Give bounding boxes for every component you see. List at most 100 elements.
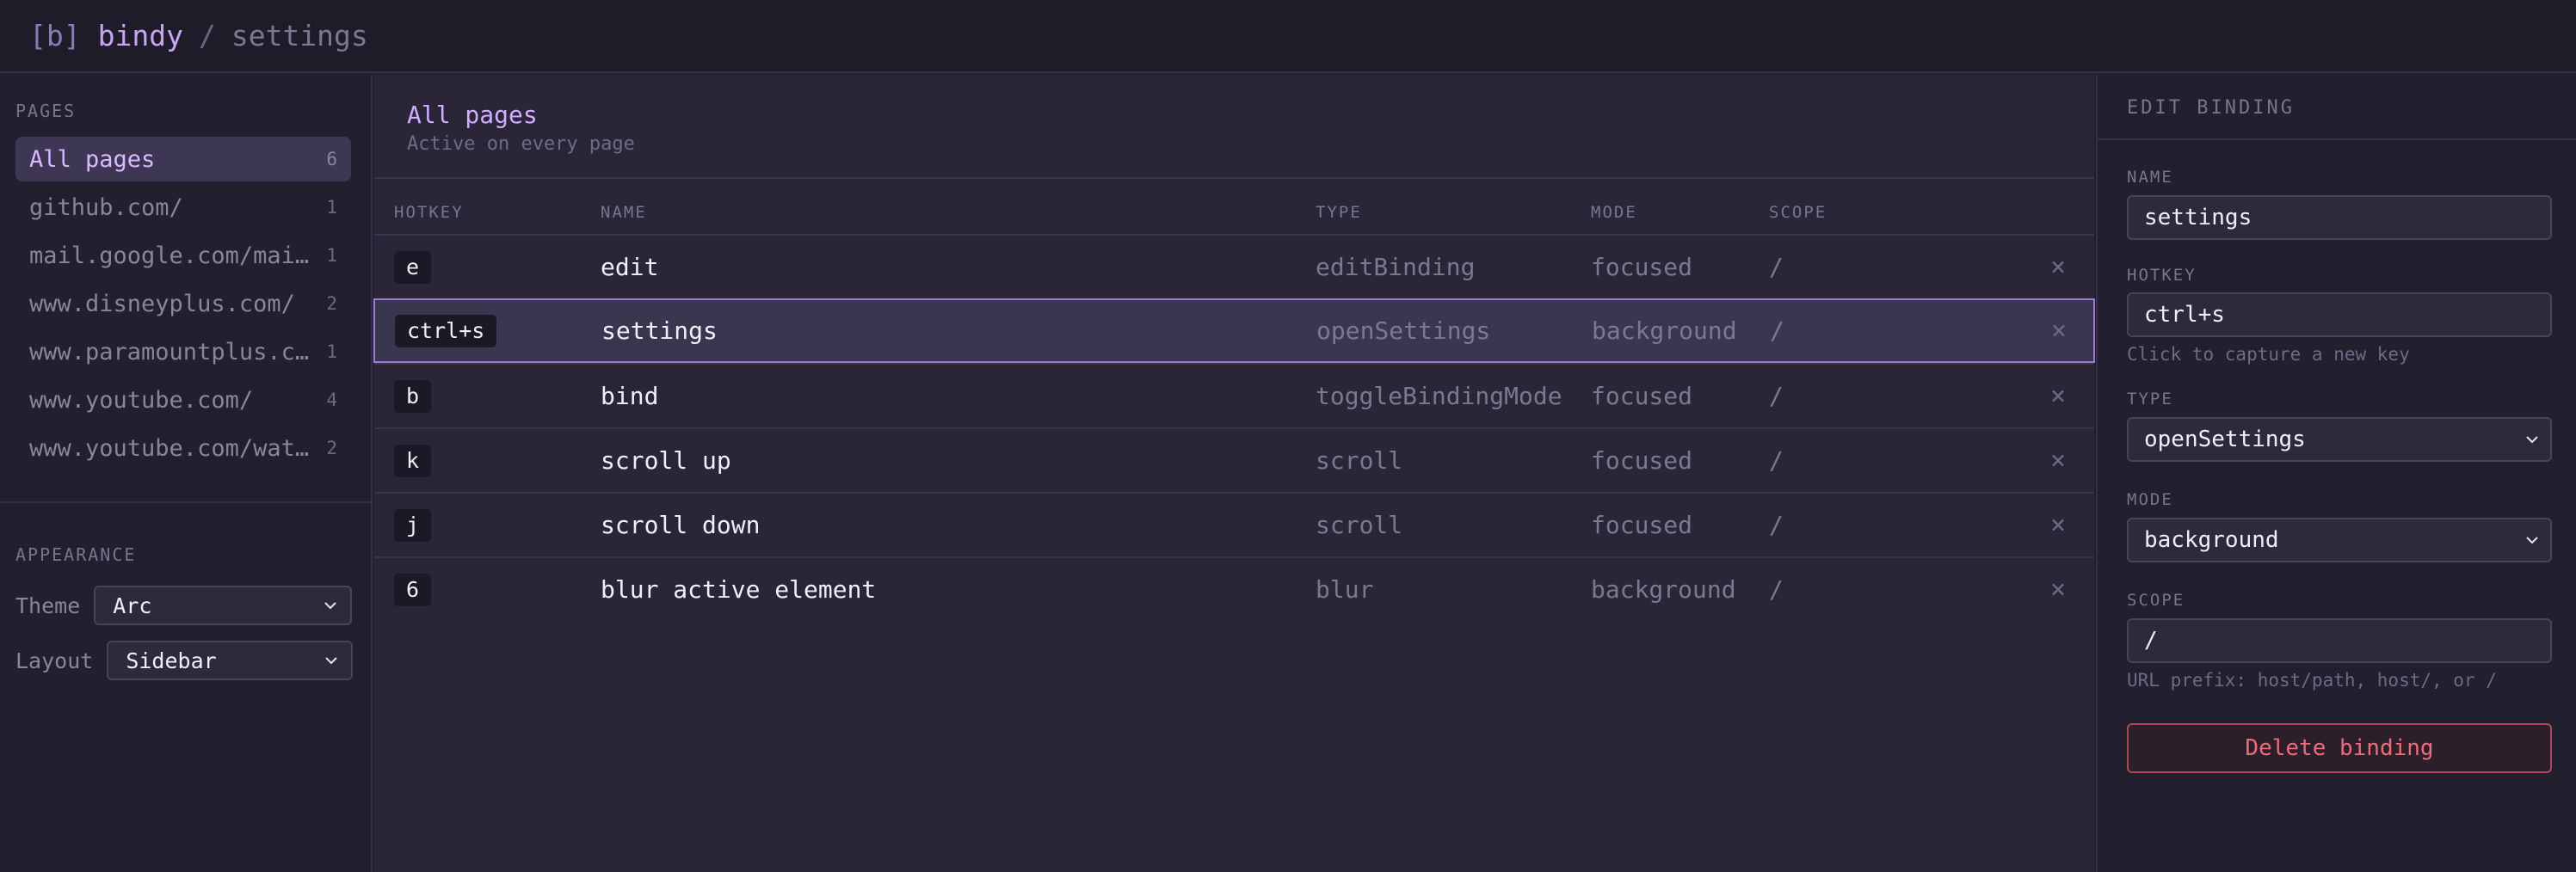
binding-row-selected[interactable]: ctrl+s settings openSettings background … bbox=[373, 298, 2095, 363]
page-item-label: www.youtube.com/ bbox=[29, 386, 254, 414]
logo-bracket-open: [ bbox=[29, 19, 46, 52]
delete-row-icon[interactable]: × bbox=[2050, 365, 2066, 427]
logo-letter: b bbox=[46, 19, 64, 52]
page-item-count: 1 bbox=[326, 341, 337, 362]
name-input-value: settings bbox=[2144, 205, 2252, 230]
pages-heading: PAGES bbox=[15, 101, 77, 121]
delete-row-icon[interactable]: × bbox=[2051, 300, 2067, 361]
mode-select[interactable]: background bbox=[2127, 518, 2552, 562]
type-select-value: openSettings bbox=[2144, 427, 2306, 452]
binding-row[interactable]: 6 blur active element blur background / … bbox=[374, 556, 2094, 621]
binding-row[interactable]: j scroll down scroll focused / × bbox=[374, 492, 2094, 556]
chevron-down-icon bbox=[2526, 436, 2538, 444]
page-item-label: mail.google.com/mail/ bbox=[29, 242, 313, 269]
delete-binding-label: Delete binding bbox=[2245, 735, 2434, 761]
hotkey-label: HOTKEY bbox=[2127, 266, 2197, 285]
binding-type: editBinding bbox=[1316, 253, 1476, 281]
binding-type: scroll bbox=[1316, 511, 1403, 539]
hotkey-badge: e bbox=[394, 250, 432, 284]
sidebar-page-item[interactable]: www.youtube.com/ 4 bbox=[15, 378, 351, 422]
layout-select-value: Sidebar bbox=[126, 648, 217, 673]
page-item-label: www.disneyplus.com/ bbox=[29, 290, 295, 317]
breadcrumb-separator: / bbox=[198, 19, 216, 52]
binding-mode: focused bbox=[1591, 511, 1693, 539]
panel-divider bbox=[2098, 138, 2576, 140]
panel-title: EDIT BINDING bbox=[2127, 97, 2295, 119]
delete-row-icon[interactable]: × bbox=[2050, 429, 2066, 492]
binding-name: settings bbox=[601, 316, 718, 345]
delete-row-icon[interactable]: × bbox=[2050, 236, 2066, 298]
page-item-label: All pages bbox=[29, 145, 156, 173]
scope-hint: URL prefix: host/path, host/, or / bbox=[2127, 670, 2497, 691]
type-label: TYPE bbox=[2127, 390, 2173, 408]
sidebar-page-item[interactable]: www.youtube.com/watch 2 bbox=[15, 426, 351, 470]
theme-row: Theme Arc bbox=[15, 586, 353, 625]
binding-scope: / bbox=[1769, 446, 1784, 475]
hotkey-badge: k bbox=[394, 444, 432, 477]
chevron-down-icon bbox=[324, 602, 336, 610]
column-header-mode: MODE bbox=[1591, 203, 1637, 222]
page-item-label: github.com/ bbox=[29, 193, 183, 221]
app-name: bindy bbox=[97, 19, 183, 52]
hotkey-capture-input[interactable]: ctrl+s bbox=[2127, 292, 2552, 337]
binding-mode: background bbox=[1592, 316, 1737, 345]
binding-type: toggleBindingMode bbox=[1316, 382, 1562, 410]
binding-type: blur bbox=[1316, 575, 1374, 604]
sidebar-page-item[interactable]: www.paramountplus.com/ 1 bbox=[15, 329, 351, 374]
page-item-label: www.paramountplus.com/ bbox=[29, 338, 313, 365]
page-item-count: 2 bbox=[326, 293, 337, 314]
delete-row-icon[interactable]: × bbox=[2050, 558, 2066, 621]
hotkey-badge: b bbox=[394, 379, 432, 413]
binding-mode: focused bbox=[1591, 253, 1693, 281]
binding-scope: / bbox=[1769, 382, 1784, 410]
type-select[interactable]: openSettings bbox=[2127, 417, 2552, 462]
mode-label: MODE bbox=[2127, 490, 2173, 509]
binding-name: blur active element bbox=[601, 575, 877, 604]
page-item-count: 4 bbox=[326, 390, 337, 410]
sidebar-page-item[interactable]: www.disneyplus.com/ 2 bbox=[15, 281, 351, 326]
column-header-scope: SCOPE bbox=[1769, 203, 1827, 222]
binding-scope: / bbox=[1769, 253, 1784, 281]
binding-row[interactable]: k scroll up scroll focused / × bbox=[374, 427, 2094, 492]
page-title: All pages bbox=[407, 101, 538, 129]
column-header-type: TYPE bbox=[1316, 203, 1362, 222]
sidebar: PAGES All pages 6 github.com/ 1 mail.goo… bbox=[0, 75, 373, 872]
main-divider bbox=[374, 177, 2094, 179]
hotkey-badge: ctrl+s bbox=[395, 314, 497, 347]
theme-label: Theme bbox=[15, 593, 81, 618]
sidebar-page-item[interactable]: mail.google.com/mail/ 1 bbox=[15, 233, 351, 278]
edit-binding-panel: EDIT BINDING NAME settings HOTKEY ctrl+s… bbox=[2096, 75, 2576, 872]
sidebar-page-all[interactable]: All pages 6 bbox=[15, 137, 351, 181]
binding-name: edit bbox=[601, 253, 659, 281]
layout-row: Layout Sidebar bbox=[15, 641, 354, 680]
binding-scope: / bbox=[1769, 575, 1784, 604]
mode-select-value: background bbox=[2144, 527, 2279, 553]
binding-name: scroll down bbox=[601, 511, 761, 539]
hotkey-badge: j bbox=[394, 508, 432, 542]
binding-name: scroll up bbox=[601, 446, 731, 475]
page-item-count: 1 bbox=[326, 197, 337, 218]
scope-input[interactable]: / bbox=[2127, 618, 2552, 663]
binding-mode: background bbox=[1591, 575, 1736, 604]
binding-row[interactable]: e edit editBinding focused / × bbox=[374, 234, 2094, 298]
theme-select[interactable]: Arc bbox=[94, 586, 353, 625]
name-label: NAME bbox=[2127, 168, 2173, 187]
sidebar-page-item[interactable]: github.com/ 1 bbox=[15, 185, 351, 230]
breadcrumb-current: settings bbox=[231, 19, 368, 52]
name-input[interactable]: settings bbox=[2127, 195, 2552, 240]
chevron-down-icon bbox=[2526, 537, 2538, 544]
theme-select-value: Arc bbox=[113, 593, 152, 618]
binding-scope: / bbox=[1769, 511, 1784, 539]
app-root: [ b ] bindy / settings PAGES All pages 6… bbox=[0, 0, 2576, 872]
scope-input-value: / bbox=[2144, 628, 2158, 654]
binding-row[interactable]: b bind toggleBindingMode focused / × bbox=[374, 363, 2094, 427]
column-header-name: NAME bbox=[601, 203, 647, 222]
chevron-down-icon bbox=[325, 657, 338, 665]
delete-binding-button[interactable]: Delete binding bbox=[2127, 723, 2552, 773]
layout-select[interactable]: Sidebar bbox=[107, 641, 354, 680]
delete-row-icon[interactable]: × bbox=[2050, 494, 2066, 556]
app-header: [ b ] bindy / settings bbox=[0, 0, 2576, 73]
binding-mode: focused bbox=[1591, 382, 1693, 410]
binding-mode: focused bbox=[1591, 446, 1693, 475]
layout-label: Layout bbox=[15, 648, 94, 673]
